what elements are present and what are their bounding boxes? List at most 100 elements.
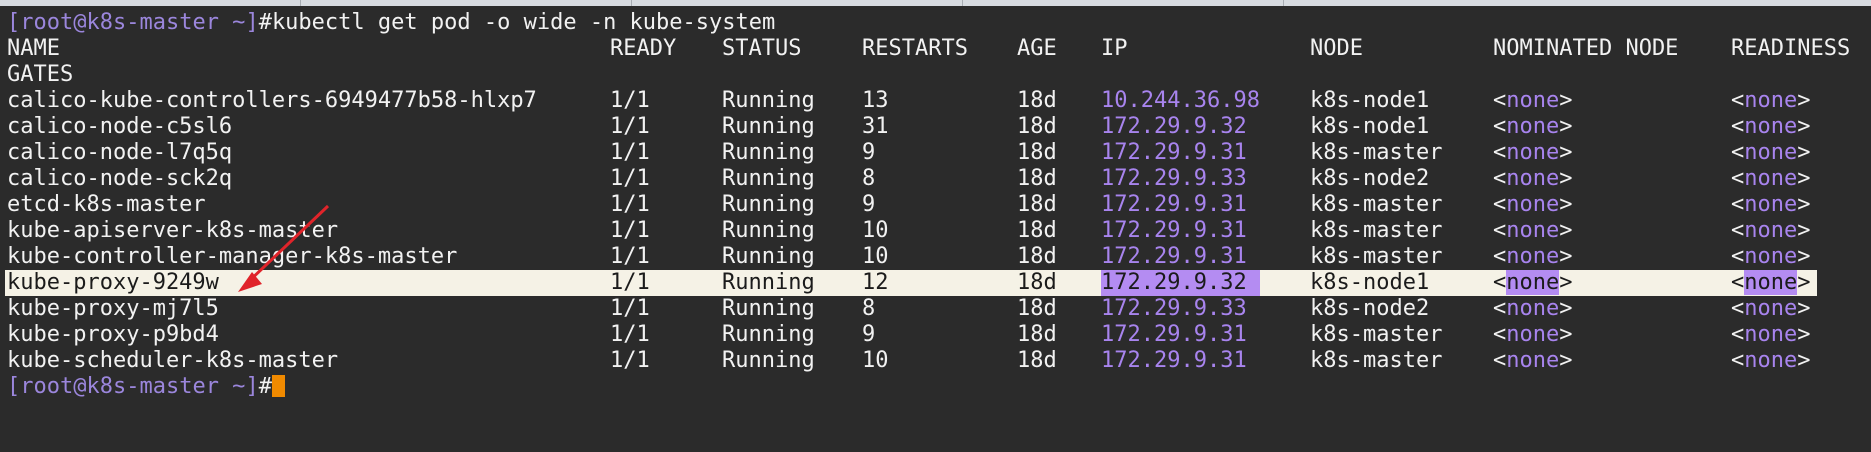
col-header-restarts: RESTARTS [862,36,968,61]
shell-prompt: [root@k8s-master ~]# [7,374,285,400]
col-header-ready: READY [610,36,677,61]
pod-ip: 172.29.9.31 [1101,192,1247,217]
pod-age: 18d [1017,270,1057,295]
pod-age: 18d [1017,244,1057,269]
angle-close: > [1559,218,1573,243]
table-row: kube-controller-manager-k8s-master 1/1 Run… [0,244,1871,270]
pod-status: Running [722,192,815,217]
prompt-host: k8s-master [86,10,219,35]
prompt-symbol: # [258,10,272,35]
pod-ip: 172.29.9.32 [1101,270,1247,295]
pod-nominated: <none> [1493,218,1572,244]
pod-name: kube-scheduler-k8s-master [7,348,339,373]
pod-ip: 172.29.9.33 [1101,166,1247,191]
pod-ip: 172.29.9.31 [1101,322,1247,347]
text-cursor[interactable] [271,374,285,397]
none-value: none [1506,140,1560,165]
angle-open: < [1731,166,1745,191]
table-row: kube-proxy-p9bd4 1/1 Running 9 18d 172.29.9.3… [0,322,1871,348]
pod-status: Running [722,140,815,165]
pod-ready: 1/1 [610,296,650,321]
prompt-close-bracket: ] [245,374,259,399]
none-value: none [1506,192,1560,217]
pod-nominated: <none> [1493,348,1572,374]
pod-ip: 172.29.9.31 [1101,218,1247,243]
prompt-symbol: # [258,374,272,399]
angle-close: > [1797,296,1811,321]
pod-ip: 172.29.9.32 [1101,114,1247,139]
table-header: NAME READY STATUS RESTARTS AGE IP NODE N… [0,36,1871,62]
prompt-user: root [20,10,74,35]
angle-close: > [1559,348,1573,373]
angle-open: < [1493,140,1507,165]
angle-close: > [1797,192,1811,217]
pod-restarts: 10 [862,348,889,373]
pod-name: calico-node-sck2q [7,166,233,191]
prompt-at: @ [73,374,87,399]
pod-ready: 1/1 [610,348,650,373]
none-value: none [1744,270,1798,295]
none-value: none [1506,244,1560,269]
angle-close: > [1797,166,1811,191]
none-value: none [1506,270,1560,295]
pod-ip: 172.29.9.33 [1101,296,1247,321]
col-header-readiness: READINESS [1731,36,1851,61]
angle-open: < [1731,88,1745,113]
pod-age: 18d [1017,166,1057,191]
pod-node: k8s-master [1310,322,1443,347]
pod-nominated: <none> [1493,140,1572,166]
pod-restarts: 12 [862,270,889,295]
angle-open: < [1493,88,1507,113]
angle-close: > [1797,218,1811,243]
pod-ip: 172.29.9.31 [1101,244,1247,269]
prompt-close-bracket: ] [245,10,259,35]
table-header-wrap: GATES [0,62,1871,88]
pod-status: Running [722,244,815,269]
table-row: calico-node-l7q5q 1/1 Running 9 18d 172.29.9.… [0,140,1871,166]
pod-status: Running [722,218,815,243]
pod-nominated: <none> [1493,114,1572,140]
pod-node: k8s-node1 [1310,114,1430,139]
none-value: none [1744,192,1798,217]
none-value: none [1744,244,1798,269]
angle-open: < [1493,192,1507,217]
angle-close: > [1559,296,1573,321]
pod-age: 18d [1017,192,1057,217]
pod-nominated: <none> [1493,244,1572,270]
angle-open: < [1731,270,1745,295]
prompt-open-bracket: [ [7,374,21,399]
angle-open: < [1493,322,1507,347]
pod-node: k8s-node1 [1310,270,1430,295]
table-row: calico-kube-controllers-6949477b58-hlxp7… [0,88,1871,114]
pod-ready: 1/1 [610,218,650,243]
col-header-status: STATUS [722,36,802,61]
pod-node: k8s-node2 [1310,296,1430,321]
col-header-age: AGE [1017,36,1057,61]
pod-status: Running [722,348,815,373]
pod-ready: 1/1 [610,192,650,217]
angle-close: > [1559,244,1573,269]
pod-node: k8s-master [1310,140,1443,165]
angle-close: > [1797,270,1811,295]
pod-readiness: <none> [1731,270,1810,296]
terminal-window[interactable]: [root@k8s-master ~]# kubectl get pod -o w… [0,6,1871,402]
angle-open: < [1731,348,1745,373]
pod-status: Running [722,166,815,191]
table-row: kube-apiserver-k8s-master 1/1 Running 10 18d… [0,218,1871,244]
pod-restarts: 9 [862,192,876,217]
pod-restarts: 10 [862,244,889,269]
table-row: kube-proxy-9249w 1/1 Running 12 18d 172.29.9.… [0,270,1871,296]
pod-name: kube-apiserver-k8s-master [7,218,339,243]
command-text: kubectl get pod -o wide -n kube-system [271,10,776,35]
pod-restarts: 8 [862,166,876,191]
pod-ready: 1/1 [610,322,650,347]
angle-open: < [1731,192,1745,217]
angle-close: > [1797,322,1811,347]
pod-name: kube-proxy-9249w [7,270,219,295]
col-header-ip: IP [1101,36,1128,61]
angle-close: > [1559,192,1573,217]
pod-node: k8s-master [1310,244,1443,269]
none-value: none [1506,166,1560,191]
table-row: kube-proxy-mj7l5 1/1 Running 8 18d 172.29.9.3… [0,296,1871,322]
angle-open: < [1731,218,1745,243]
